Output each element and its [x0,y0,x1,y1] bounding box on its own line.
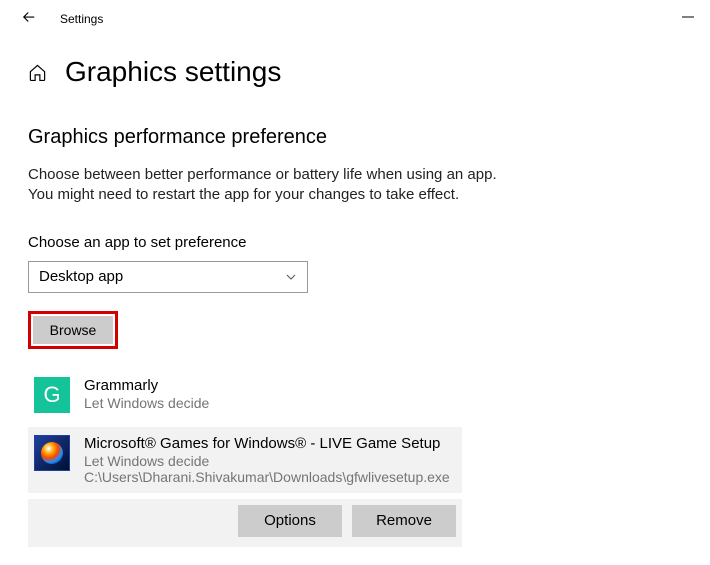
app-row-games[interactable]: Microsoft® Games for Windows® - LIVE Gam… [28,427,462,493]
app-type-select[interactable]: Desktop app [28,261,308,293]
minimize-icon[interactable] [682,10,694,28]
games-for-windows-icon [34,435,70,471]
options-button[interactable]: Options [238,505,342,537]
browse-label: Browse [50,322,97,338]
back-arrow-icon[interactable] [20,8,38,31]
chevron-down-icon [285,271,297,283]
app-name: Grammarly [84,377,676,394]
browse-highlight: Browse [28,311,118,349]
app-info: Microsoft® Games for Windows® - LIVE Gam… [84,435,456,485]
description-line1: Choose between better performance or bat… [28,166,497,183]
page-title: Graphics settings [65,56,281,88]
titlebar: Settings [0,0,710,38]
page-header: Graphics settings [28,56,682,88]
content-area: Graphics settings Graphics performance p… [0,38,710,565]
section-title: Graphics performance preference [28,126,682,149]
windows-orb-icon [41,442,63,464]
selected-app-block: Microsoft® Games for Windows® - LIVE Gam… [28,427,462,547]
app-row-grammarly[interactable]: G Grammarly Let Windows decide [28,369,682,421]
description: Choose between better performance or bat… [28,165,682,206]
app-info: Grammarly Let Windows decide [84,377,676,411]
window-title: Settings [60,12,103,26]
home-icon[interactable] [28,63,47,82]
titlebar-left: Settings [20,8,103,31]
select-value: Desktop app [39,268,123,285]
remove-button[interactable]: Remove [352,505,456,537]
grammarly-icon: G [34,377,70,413]
browse-button[interactable]: Browse [33,316,113,344]
description-line2: You might need to restart the app for yo… [28,186,459,203]
app-preference: Let Windows decide [84,453,456,469]
action-row: Options Remove [28,499,462,547]
choose-app-label: Choose an app to set preference [28,234,682,251]
app-path: C:\Users\Dharani.Shivakumar\Downloads\gf… [84,469,456,485]
app-preference: Let Windows decide [84,395,676,411]
app-name: Microsoft® Games for Windows® - LIVE Gam… [84,435,456,452]
